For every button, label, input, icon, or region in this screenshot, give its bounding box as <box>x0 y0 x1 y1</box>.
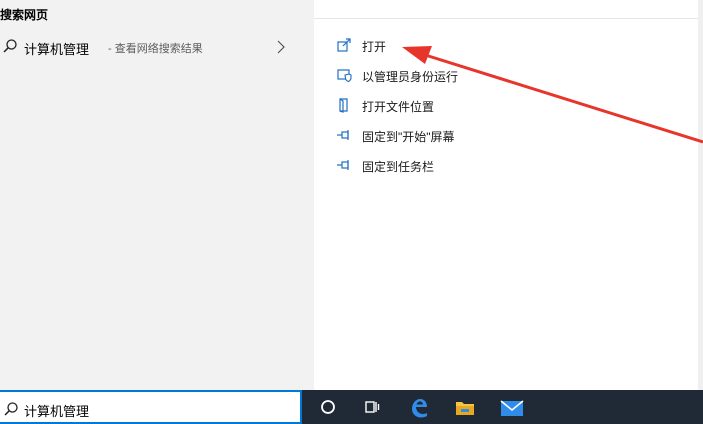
chevron-right-icon[interactable] <box>276 39 286 55</box>
file-explorer-button[interactable] <box>444 390 484 424</box>
action-open-file-location[interactable]: 打开文件位置 <box>314 94 554 118</box>
result-subtitle: - 查看网络搜索结果 <box>108 43 203 55</box>
search-icon <box>3 39 17 53</box>
cortana-icon <box>321 400 335 414</box>
action-pin-to-start[interactable]: 固定到"开始"屏幕 <box>314 124 554 148</box>
action-label: 以管理员身份运行 <box>362 70 459 84</box>
search-results-panel: 搜索网页 计算机管理 - 查看网络搜索结果 <box>0 0 314 390</box>
admin-shield-icon <box>337 69 352 83</box>
pin-icon <box>337 160 349 170</box>
search-box[interactable]: 计算机管理 <box>0 390 302 424</box>
mail-icon <box>500 400 524 416</box>
action-open[interactable]: 打开 <box>314 34 554 58</box>
section-heading-web-search: 搜索网页 <box>0 8 49 22</box>
action-label: 打开文件位置 <box>362 100 435 114</box>
task-view-button[interactable] <box>352 390 392 424</box>
mail-button[interactable] <box>490 390 530 424</box>
search-icon <box>4 402 18 416</box>
action-label: 固定到任务栏 <box>362 160 435 174</box>
action-run-as-admin[interactable]: 以管理员身份运行 <box>314 64 554 88</box>
divider <box>314 18 698 19</box>
action-label: 固定到"开始"屏幕 <box>362 130 455 144</box>
taskbar <box>302 390 703 424</box>
app-actions-panel: 打开 以管理员身份运行 打开文件位置 固定到"开始"屏幕 固定到任务栏 <box>314 0 698 390</box>
web-search-result[interactable]: 计算机管理 - 查看网络搜索结果 <box>0 32 314 62</box>
result-title: 计算机管理 <box>24 42 90 57</box>
edge-button[interactable] <box>398 390 438 424</box>
panel-edge <box>698 0 703 390</box>
file-explorer-icon <box>456 402 474 415</box>
start-menu-search: 搜索网页 计算机管理 - 查看网络搜索结果 打开 以管理员身份运行 打开文件位置… <box>0 0 703 424</box>
cortana-button[interactable] <box>308 390 348 424</box>
pin-icon <box>337 130 349 140</box>
task-view-icon <box>365 401 380 413</box>
search-query[interactable]: 计算机管理 <box>24 401 89 420</box>
file-location-icon <box>339 98 348 113</box>
action-label: 打开 <box>362 40 387 54</box>
open-icon <box>337 38 351 52</box>
edge-icon <box>412 399 427 418</box>
action-pin-to-taskbar[interactable]: 固定到任务栏 <box>314 154 554 178</box>
